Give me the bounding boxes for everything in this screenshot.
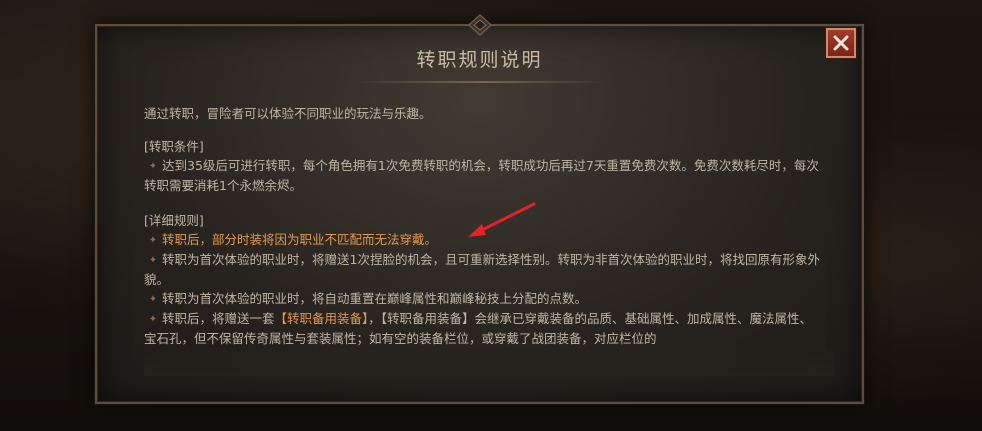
section-title-conditions: [转职条件] — [144, 139, 204, 154]
dialog-crest-ornament — [467, 14, 492, 36]
bullet-icon: ✦ — [148, 255, 158, 266]
rule-text: 转职为首次体验的职业时，将赠送1次捏脸的机会，且可重新选择性别。转职为非首次体验… — [144, 252, 820, 287]
pointer-arrow-icon — [468, 202, 536, 237]
close-icon — [833, 35, 849, 51]
title-divider — [357, 81, 605, 83]
game-screen: 转职规则说明 通过转职，冒险者可以体验不同职业的玩法与乐趣。 [转职条件] ✦ 达… — [0, 0, 982, 431]
rule-text: 转职后，将赠送一套 — [162, 311, 275, 326]
bullet-icon: ✦ — [148, 314, 158, 325]
rule-text-highlight: 转职后，部分时装将因为职业不匹配而无法穿戴。 — [162, 232, 438, 247]
bullet-icon: ✦ — [148, 161, 158, 172]
backup-equipment-highlight: 【转职备用装备】 — [274, 311, 369, 326]
list-item: ✦ 转职为首次体验的职业时，将自动重置在巅峰属性和巅峰秘技上分配的点数。 — [144, 289, 824, 309]
bullet-icon: ✦ — [148, 235, 158, 246]
intro-text: 通过转职，冒险者可以体验不同职业的玩法与乐趣。 — [144, 106, 432, 121]
rule-text: 达到35级后可进行转职，每个角色拥有1次免费转职的机会，转职成功后再过7天重置免… — [144, 158, 819, 193]
rule-text: 转职为首次体验的职业时，将自动重置在巅峰属性和巅峰秘技上分配的点数。 — [162, 291, 588, 306]
list-item: ✦ 转职后，将赠送一套【转职备用装备】，【转职备用装备】会继承已穿戴装备的品质、基… — [144, 309, 824, 348]
list-item: ✦ 转职为首次体验的职业时，将赠送1次捏脸的机会，且可重新选择性别。转职为非首次体… — [144, 250, 824, 289]
list-item: ✦ 达到35级后可进行转职，每个角色拥有1次免费转职的机会，转职成功后再过7天重置… — [144, 156, 824, 195]
dialog-title: 转职规则说明 — [416, 49, 543, 71]
close-button[interactable] — [826, 28, 856, 58]
bullet-icon: ✦ — [148, 294, 158, 305]
